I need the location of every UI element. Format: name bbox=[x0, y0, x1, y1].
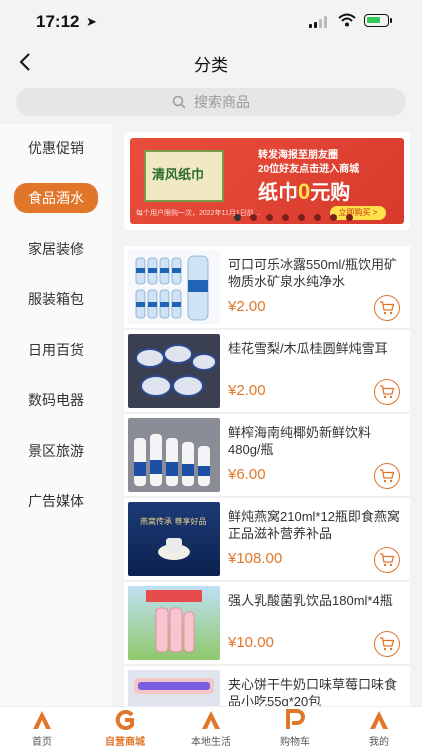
banner-headline: 纸巾0元购 bbox=[258, 176, 350, 205]
location-arrow-icon: ➤ bbox=[86, 14, 97, 29]
tab-label: 我的 bbox=[369, 737, 389, 748]
banner-line1: 转发海报至朋友圈 bbox=[258, 150, 338, 161]
product-item[interactable]: 强人乳酸菌乳饮品180ml*4瓶 ¥10.00 bbox=[124, 582, 410, 665]
tab-home[interactable]: 首页 bbox=[7, 709, 77, 749]
tissue-box-image: 清风纸巾 bbox=[144, 150, 224, 202]
product-item[interactable]: 燕窝传承 尊享好品 鲜炖燕窝210ml*12瓶即食燕窝正品滋补营养补品 ¥108… bbox=[124, 498, 410, 581]
sidebar-item-promotions[interactable]: 优惠促销 bbox=[0, 133, 112, 163]
product-thumbnail bbox=[128, 250, 220, 324]
carousel-dot[interactable] bbox=[282, 214, 289, 221]
cart-icon bbox=[380, 469, 395, 483]
home-icon bbox=[33, 711, 51, 729]
cart-icon bbox=[380, 385, 395, 399]
product-thumbnail bbox=[128, 670, 220, 706]
sidebar-item-label: 日用百货 bbox=[28, 342, 84, 358]
carousel-dot[interactable] bbox=[314, 214, 321, 221]
tab-label: 购物车 bbox=[280, 737, 310, 748]
banner-line2: 20位好友点击进入商城 bbox=[258, 164, 360, 175]
tab-local-life[interactable]: 本地生活 bbox=[176, 709, 246, 749]
sidebar-item-electronics[interactable]: 数码电器 bbox=[0, 385, 112, 415]
product-name: 强人乳酸菌乳饮品180ml*4瓶 bbox=[228, 593, 393, 608]
product-name: 可口可乐冰露550ml/瓶饮用矿物质水矿泉水纯净水 bbox=[228, 257, 398, 289]
nav-bar: 分类 bbox=[0, 44, 422, 80]
battery-icon bbox=[364, 14, 392, 27]
add-to-cart-button[interactable] bbox=[374, 379, 400, 405]
tab-label: 首页 bbox=[32, 737, 52, 748]
product-name: 鲜榨海南纯椰奶新鲜饮料480g/瓶 bbox=[228, 425, 372, 457]
sidebar-item-label: 家居装修 bbox=[28, 241, 84, 257]
mall-icon bbox=[115, 710, 134, 730]
add-to-cart-button[interactable] bbox=[374, 547, 400, 573]
page-title: 分类 bbox=[194, 56, 228, 75]
search-input[interactable]: 搜索商品 bbox=[16, 88, 406, 116]
sidebar-item-label: 广告媒体 bbox=[28, 493, 84, 509]
tab-cart[interactable]: 购物车 bbox=[260, 709, 330, 749]
product-price: ¥6.00 bbox=[228, 466, 266, 483]
status-time: 17:12 bbox=[36, 12, 80, 31]
headline-post: 元购 bbox=[310, 182, 351, 204]
product-item[interactable]: 夹心饼干牛奶口味草莓口味食品小吃55g*20包 bbox=[124, 666, 410, 706]
headline-pre: 纸巾 bbox=[258, 182, 298, 204]
wifi-icon bbox=[338, 13, 356, 27]
sidebar-item-advertising[interactable]: 广告媒体 bbox=[0, 486, 112, 516]
product-price: ¥108.00 bbox=[228, 550, 283, 567]
product-price: ¥10.00 bbox=[228, 634, 274, 651]
carousel-dot[interactable] bbox=[330, 214, 337, 221]
carousel-dot[interactable] bbox=[250, 214, 257, 221]
add-to-cart-button[interactable] bbox=[374, 295, 400, 321]
tab-mine[interactable]: 我的 bbox=[344, 709, 414, 749]
cart-icon bbox=[380, 637, 395, 651]
status-bar: 17:12 ➤ bbox=[0, 0, 422, 44]
signal-icon bbox=[309, 16, 329, 28]
sidebar-item-label: 食品酒水 bbox=[14, 183, 98, 213]
product-item[interactable]: 可口可乐冰露550ml/瓶饮用矿物质水矿泉水纯净水 ¥2.00 bbox=[124, 246, 410, 329]
sidebar-item-tourism[interactable]: 景区旅游 bbox=[0, 436, 112, 466]
tab-label: 自营商城 bbox=[105, 737, 145, 748]
profile-icon bbox=[370, 711, 388, 729]
banner-box-text: 清风纸巾 bbox=[152, 167, 205, 182]
tab-self-mall[interactable]: 自营商城 bbox=[90, 709, 160, 749]
search-placeholder: 搜索商品 bbox=[194, 94, 250, 110]
promo-banner-card: 清风纸巾 转发海报至朋友圈 20位好友点击进入商城 纸巾0元购 每个用户限购一次… bbox=[124, 132, 410, 230]
product-content: 清风纸巾 转发海报至朋友圈 20位好友点击进入商城 纸巾0元购 每个用户限购一次… bbox=[120, 124, 416, 706]
sidebar-item-label: 服装箱包 bbox=[28, 291, 84, 307]
product-thumbnail bbox=[128, 334, 220, 408]
product-price: ¥2.00 bbox=[228, 298, 266, 315]
carousel-dot[interactable] bbox=[298, 214, 305, 221]
add-to-cart-button[interactable] bbox=[374, 463, 400, 489]
carousel-dot[interactable] bbox=[346, 214, 353, 221]
local-life-icon bbox=[202, 711, 220, 729]
cart-icon bbox=[380, 553, 395, 567]
search-icon bbox=[172, 95, 186, 109]
tab-bar: 首页 自营商城 本地生活 购物车 我的 bbox=[0, 706, 422, 750]
tab-label: 本地生活 bbox=[191, 737, 231, 748]
add-to-cart-button[interactable] bbox=[374, 631, 400, 657]
cart-icon bbox=[380, 301, 395, 315]
product-name: 桂花雪梨/木瓜桂圆鲜炖雪耳 bbox=[228, 341, 388, 356]
product-thumbnail bbox=[128, 418, 220, 492]
sidebar-item-label: 景区旅游 bbox=[28, 443, 84, 459]
product-name: 鲜炖燕窝210ml*12瓶即食燕窝正品滋补营养补品 bbox=[228, 509, 400, 541]
product-item[interactable]: 桂花雪梨/木瓜桂圆鲜炖雪耳 ¥2.00 bbox=[124, 330, 410, 413]
sidebar-item-home-decor[interactable]: 家居装修 bbox=[0, 234, 112, 264]
promo-banner[interactable]: 清风纸巾 转发海报至朋友圈 20位好友点击进入商城 纸巾0元购 每个用户限购一次… bbox=[130, 138, 404, 224]
product-price: ¥2.00 bbox=[228, 382, 266, 399]
cart-tab-icon bbox=[286, 709, 305, 729]
svg-text:燕窝传承 尊享好品: 燕窝传承 尊享好品 bbox=[140, 516, 207, 526]
carousel-dot[interactable] bbox=[266, 214, 273, 221]
sidebar-item-daily-goods[interactable]: 日用百货 bbox=[0, 335, 112, 365]
product-thumbnail bbox=[128, 586, 220, 660]
product-item[interactable]: 鲜榨海南纯椰奶新鲜饮料480g/瓶 ¥6.00 bbox=[124, 414, 410, 497]
carousel-dots bbox=[234, 214, 362, 222]
sidebar-item-food-drinks[interactable]: 食品酒水 bbox=[0, 183, 112, 213]
carousel-dot[interactable] bbox=[234, 214, 241, 221]
sidebar-item-label: 数码电器 bbox=[28, 392, 84, 408]
sidebar-item-label: 优惠促销 bbox=[28, 140, 84, 156]
headline-zero: 0 bbox=[298, 179, 311, 204]
product-thumbnail: 燕窝传承 尊享好品 bbox=[128, 502, 220, 576]
product-name: 夹心饼干牛奶口味草莓口味食品小吃55g*20包 bbox=[228, 677, 398, 706]
sidebar-item-clothing-bags[interactable]: 服装箱包 bbox=[0, 284, 112, 314]
category-sidebar: 优惠促销 食品酒水 家居装修 服装箱包 日用百货 数码电器 景区旅游 广告媒体 bbox=[0, 124, 112, 706]
